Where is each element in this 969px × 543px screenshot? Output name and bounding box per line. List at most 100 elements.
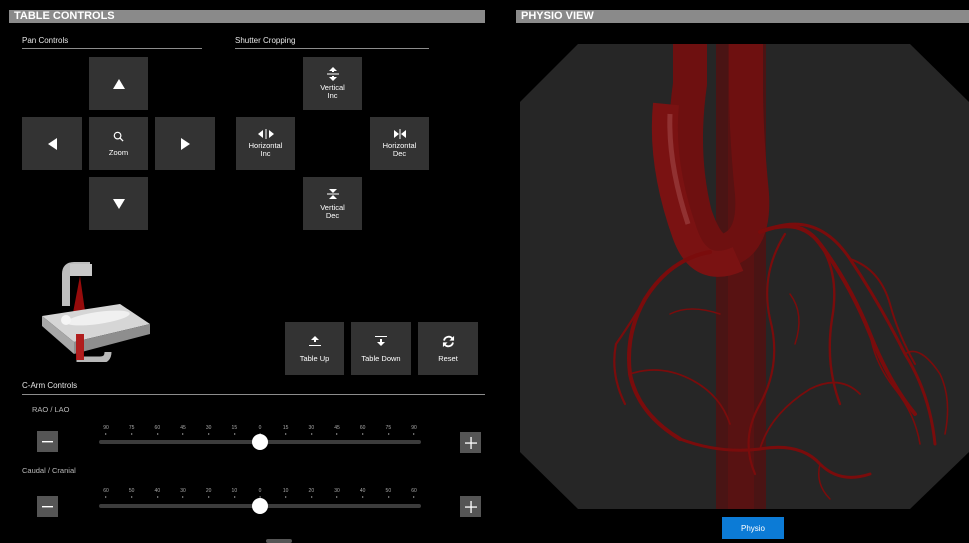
vertical-expand-icon: [326, 67, 339, 81]
arrow-right-icon: [180, 137, 190, 150]
c-arm-controls-heading: C-Arm Controls: [22, 381, 78, 390]
horizontal-contract-icon: [393, 129, 406, 139]
slider-tick-label: 60: [155, 425, 160, 435]
vertical-dec-label: Vertical Dec: [320, 203, 345, 220]
caudal-cranial-label: Caudal / Cranial: [22, 466, 76, 475]
slider-tick-mark: [208, 496, 210, 498]
slider-tick-label: 20: [206, 488, 211, 498]
table-down-button[interactable]: Table Down: [351, 322, 411, 375]
slider-tick-label: 40: [155, 488, 160, 498]
zoom-label: Zoom: [108, 147, 129, 157]
table-down-label: Table Down: [361, 353, 401, 363]
slider-tick-mark: [362, 433, 364, 435]
slider-tick-mark: [208, 433, 210, 435]
horizontal-dec-label: Horizontal Dec: [382, 141, 417, 158]
arrow-down-icon: [112, 198, 125, 209]
slider-tick-label: 40: [360, 488, 365, 498]
slider-tick-mark: [285, 496, 287, 498]
horizontal-inc-button[interactable]: Horizontal Inc: [236, 117, 295, 170]
slider-tick-mark: [131, 496, 133, 498]
table-down-icon: [375, 335, 387, 346]
vertical-inc-button[interactable]: Vertical Inc: [303, 57, 362, 110]
slider-tick-mark: [285, 433, 287, 435]
rao-lao-slider-thumb[interactable]: [252, 434, 268, 450]
arrow-up-icon: [112, 78, 125, 89]
vertical-inc-label: Vertical Inc: [320, 83, 345, 100]
slider-tick-label: 0: [259, 488, 261, 498]
slider-tick-label: 50: [129, 488, 134, 498]
physio-view-header: PHYSIO VIEW: [516, 10, 969, 23]
slider-tick-label: 75: [386, 425, 391, 435]
slider-tick-label: 15: [232, 425, 237, 435]
table-up-label: Table Up: [299, 353, 330, 363]
slider-tick-label: 60: [360, 425, 365, 435]
slider-tick-mark: [105, 433, 107, 435]
horizontal-expand-icon: [257, 129, 274, 139]
panel-drag-handle[interactable]: [266, 539, 292, 543]
table-controls-title: TABLE CONTROLS: [14, 10, 115, 22]
slider-tick-label: 10: [232, 488, 237, 498]
slider-tick-mark: [156, 496, 158, 498]
zoom-button[interactable]: Zoom: [89, 117, 148, 170]
slider-tick-label: 20: [309, 488, 314, 498]
physio-viewport[interactable]: [520, 44, 969, 509]
minus-icon: [42, 505, 53, 507]
shutter-cropping-heading: Shutter Cropping: [235, 36, 296, 45]
caudal-cranial-increase-button[interactable]: [460, 496, 481, 517]
arrow-left-icon: [47, 137, 57, 150]
vertical-contract-icon: [326, 189, 339, 199]
refresh-icon: [442, 335, 454, 347]
slider-tick-mark: [310, 496, 312, 498]
horizontal-dec-button[interactable]: Horizontal Dec: [370, 117, 429, 170]
rao-lao-increase-button[interactable]: [460, 432, 481, 453]
slider-tick-mark: [413, 433, 415, 435]
reset-button[interactable]: Reset: [418, 322, 478, 375]
slider-tick-label: 75: [129, 425, 134, 435]
magnifier-icon: [113, 131, 124, 142]
table-up-button[interactable]: Table Up: [285, 322, 344, 375]
slider-tick-label: 30: [309, 425, 314, 435]
pan-right-button[interactable]: [155, 117, 215, 170]
slider-tick-mark: [131, 433, 133, 435]
pan-controls-heading: Pan Controls: [22, 36, 69, 45]
vertical-dec-button[interactable]: Vertical Dec: [303, 177, 362, 230]
slider-tick-label: 50: [386, 488, 391, 498]
slider-tick-label: 30: [206, 425, 211, 435]
slider-tick-mark: [156, 433, 158, 435]
caudal-cranial-decrease-button[interactable]: [37, 496, 58, 517]
rao-lao-label: RAO / LAO: [32, 405, 70, 414]
slider-tick-mark: [336, 496, 338, 498]
slider-tick-label: 30: [334, 488, 340, 498]
slider-tick-label: 10: [283, 488, 288, 498]
table-up-icon: [308, 335, 321, 346]
physio-view-title: PHYSIO VIEW: [521, 10, 594, 22]
caudal-cranial-slider-thumb[interactable]: [252, 498, 268, 514]
pan-down-button[interactable]: [89, 177, 148, 230]
slider-tick-mark: [413, 496, 415, 498]
shutter-cropping-divider: [235, 48, 429, 49]
slider-tick-label: 45: [334, 425, 340, 435]
table-controls-header: TABLE CONTROLS: [9, 10, 485, 23]
horizontal-inc-label: Horizontal Inc: [248, 141, 283, 158]
minus-icon: [42, 440, 53, 442]
slider-tick-mark: [336, 433, 338, 435]
reset-label: Reset: [438, 353, 458, 363]
pan-up-button[interactable]: [89, 57, 148, 110]
pan-left-button[interactable]: [22, 117, 82, 170]
rao-lao-decrease-button[interactable]: [37, 431, 58, 452]
slider-tick-mark: [182, 433, 184, 435]
physio-button[interactable]: Physio: [722, 517, 784, 539]
slider-tick-label: 30: [180, 488, 186, 498]
slider-tick-label: 45: [180, 425, 186, 435]
physio-button-label: Physio: [740, 523, 765, 533]
slider-tick-mark: [105, 496, 107, 498]
slider-tick-label: 90: [103, 425, 109, 435]
plus-icon: [464, 436, 477, 449]
pan-controls-divider: [22, 48, 202, 49]
slider-tick-label: 60: [103, 488, 109, 498]
slider-tick-mark: [233, 496, 235, 498]
slider-tick-label: 15: [283, 425, 288, 435]
slider-tick-mark: [387, 496, 389, 498]
slider-tick-mark: [362, 496, 364, 498]
slider-tick-mark: [310, 433, 312, 435]
